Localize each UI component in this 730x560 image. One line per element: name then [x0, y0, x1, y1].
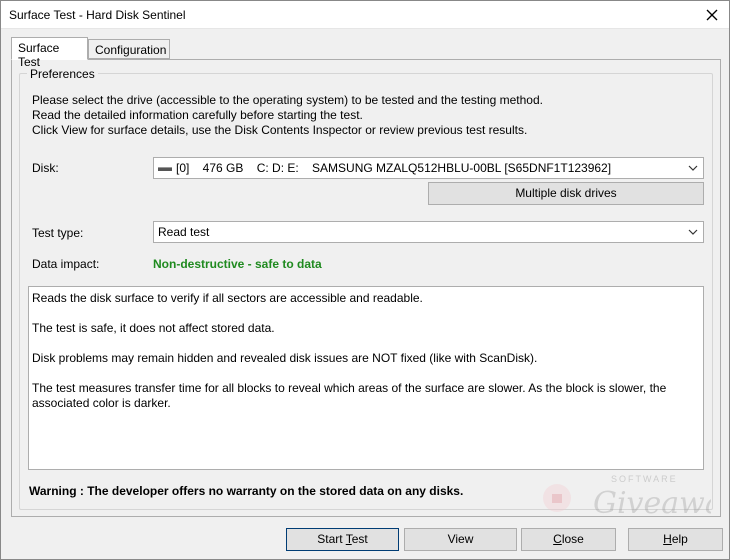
start-test-label-post: est: [351, 532, 368, 546]
window-title: Surface Test - Hard Disk Sentinel: [9, 8, 186, 22]
watermark-top: SOFTWARE: [611, 474, 678, 484]
watermark-main: Giveaway: [593, 486, 711, 521]
close-button[interactable]: Close: [521, 528, 616, 551]
disk-select[interactable]: [0] 476 GB C: D: E: SAMSUNG MZALQ512HBLU…: [153, 157, 704, 179]
description-paragraph: The test is safe, it does not affect sto…: [32, 321, 275, 335]
warning-text: Warning : The developer offers no warran…: [29, 484, 464, 498]
intro-line: Read the detailed information carefully …: [32, 108, 363, 122]
close-label-post: lose: [561, 532, 584, 546]
help-label-accel: H: [663, 532, 672, 546]
help-button[interactable]: Help: [628, 528, 723, 551]
description-paragraph: Disk problems may remain hidden and reve…: [32, 351, 538, 365]
chevron-down-icon: [688, 165, 698, 171]
view-button[interactable]: View: [404, 528, 517, 551]
close-window-button[interactable]: [699, 3, 725, 27]
multiple-disk-drives-button[interactable]: Multiple disk drives: [428, 182, 704, 205]
preferences-legend: Preferences: [27, 67, 98, 81]
description-paragraph: The test measures transfer time for all …: [32, 381, 667, 410]
description-paragraph: Reads the disk surface to verify if all …: [32, 291, 423, 305]
drive-icon: [158, 166, 172, 171]
watermark: SOFTWARE Giveaway: [541, 471, 730, 531]
data-impact-label: Data impact:: [32, 257, 100, 271]
data-impact-value: Non-destructive - safe to data: [153, 257, 322, 271]
test-type-label: Test type:: [32, 226, 84, 240]
close-label-accel: C: [553, 532, 562, 546]
test-description-box[interactable]: Reads the disk surface to verify if all …: [28, 286, 704, 470]
surface-test-window: Surface Test - Hard Disk Sentinel Surfac…: [0, 0, 730, 560]
start-test-label-pre: Start: [317, 532, 346, 546]
tab-configuration[interactable]: Configuration: [88, 39, 170, 59]
test-type-value: Read test: [158, 225, 210, 239]
intro-line: Please select the drive (accessible to t…: [32, 93, 543, 107]
help-label-post: elp: [671, 532, 688, 546]
close-icon: [706, 9, 718, 21]
intro-line: Click View for surface details, use the …: [32, 123, 528, 137]
disk-select-value: [0] 476 GB C: D: E: SAMSUNG MZALQ512HBLU…: [176, 161, 612, 175]
chevron-down-icon: [688, 229, 698, 235]
start-test-button[interactable]: Start Test: [286, 528, 399, 551]
test-type-select[interactable]: Read test: [153, 221, 704, 243]
title-bar: Surface Test - Hard Disk Sentinel: [1, 1, 729, 29]
gift-icon: SOFTWARE Giveaway: [543, 474, 730, 521]
disk-label: Disk:: [32, 161, 59, 175]
tab-surface-test[interactable]: Surface Test: [11, 37, 88, 69]
intro-text: Please select the drive (accessible to t…: [32, 93, 543, 138]
